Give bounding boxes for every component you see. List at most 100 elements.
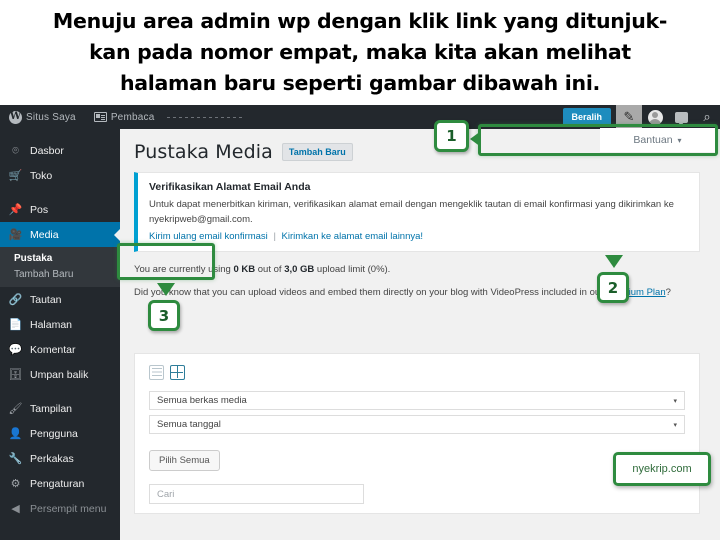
- callout-1: 1: [434, 120, 469, 152]
- screenshot-stage: Menuju area admin wp dengan klik link ya…: [0, 0, 720, 540]
- email-verification-notice: Verifikasikan Alamat Email Anda Untuk da…: [134, 172, 700, 252]
- send-other-email-link[interactable]: Kirimkan ke alamat email lainnya!: [282, 231, 424, 242]
- admin-bar-site[interactable]: W Situs Saya: [0, 105, 85, 129]
- avatar-icon: [647, 109, 663, 125]
- usage-total: 3,0 GB: [284, 264, 315, 275]
- page-caption: Menuju area admin wp dengan klik link ya…: [0, 0, 720, 105]
- sidebar-item-halaman[interactable]: 📄 Halaman: [0, 312, 120, 337]
- callout-1-arrow: [470, 131, 481, 147]
- sidebar-item-collapse[interactable]: ◀ Persempit menu: [0, 496, 120, 521]
- media-icon: 🎥: [8, 228, 23, 241]
- callout-3: 3: [148, 300, 180, 331]
- collapse-icon: ◀: [11, 502, 20, 515]
- appearance-brush-icon: 🖌: [8, 402, 23, 415]
- comments-icon: 💬: [8, 343, 23, 356]
- search-input[interactable]: Cari: [149, 484, 364, 504]
- callout-2: 2: [597, 272, 629, 303]
- sidebar-item-perkakas[interactable]: 🔧 Perkakas: [0, 446, 120, 471]
- help-dropdown-label: Bantuan: [633, 134, 673, 146]
- submenu-item-pustaka[interactable]: Pustaka: [0, 250, 120, 266]
- sidebar-item-label: Dasbor: [30, 144, 64, 157]
- media-toolbar-panel: Semua berkas media ▾ Semua tanggal ▾ Pil…: [134, 353, 700, 514]
- admin-bar-site-label: Situs Saya: [26, 111, 76, 123]
- sidebar-item-tampilan[interactable]: 🖌 Tampilan: [0, 396, 120, 421]
- callout-1-label: 1: [446, 127, 457, 145]
- notice-links: Kirim ulang email konfirmasi | Kirimkan …: [149, 231, 688, 242]
- sidebar-item-label: Pos: [30, 203, 49, 216]
- sidebar-item-tautan[interactable]: 🔗 Tautan: [0, 287, 120, 312]
- sidebar-item-label: Persempit menu: [30, 502, 107, 515]
- grid-view-icon[interactable]: [170, 365, 185, 380]
- caption-line-1: Menuju area admin wp dengan klik link ya…: [52, 9, 668, 33]
- sidebar-item-label: Halaman: [30, 318, 73, 331]
- sidebar-item-media[interactable]: 🎥 Media: [0, 222, 120, 247]
- links-chain-icon: 🔗: [8, 293, 23, 306]
- callout-2-arrow: [605, 255, 623, 268]
- highlight-box-usage: [117, 243, 215, 280]
- select-all-button[interactable]: Pilih Semua: [149, 450, 220, 471]
- watermark-label: nyekrip.com: [632, 463, 692, 475]
- sidebar-item-label: Media: [30, 228, 59, 241]
- wordpress-logo-icon: W: [9, 110, 22, 124]
- search-placeholder: Cari: [157, 488, 175, 500]
- videopress-body: Did you know that you can upload videos …: [134, 287, 606, 298]
- sidebar-item-toko[interactable]: 🛒 Toko: [0, 163, 120, 188]
- chevron-down-icon: ▾: [673, 396, 677, 405]
- sidebar-item-label: Tautan: [30, 293, 62, 306]
- caption-line-3: halaman baru seperti gambar dibawah ini.: [119, 71, 601, 95]
- posts-pin-icon: 📌: [8, 203, 23, 216]
- chevron-down-icon: ▾: [673, 420, 677, 429]
- videopress-end: ?: [665, 287, 671, 298]
- resend-confirmation-link[interactable]: Kirim ulang email konfirmasi: [149, 231, 268, 242]
- sidebar-item-pengaturan[interactable]: ⚙ Pengaturan: [0, 471, 120, 496]
- callout-3-arrow: [157, 283, 175, 296]
- sidebar-item-label: Perkakas: [30, 452, 74, 465]
- pages-icon: 📄: [8, 318, 23, 331]
- chevron-down-icon: ▾: [677, 135, 682, 145]
- notice-body: Untuk dapat menerbitkan kiriman, verifik…: [149, 199, 674, 225]
- users-icon: 👤: [8, 427, 23, 440]
- sidebar-gap-1: [0, 188, 120, 197]
- filter-media-type-value: Semua berkas media: [157, 395, 247, 406]
- dashboard-icon: ⌾: [12, 144, 19, 157]
- sidebar-top-gap: [0, 129, 120, 138]
- sidebar-item-pengguna[interactable]: 👤 Pengguna: [0, 421, 120, 446]
- notice-title: Verifikasikan Alamat Email Anda: [149, 181, 311, 193]
- videopress-text: Did you know that you can upload videos …: [120, 277, 720, 300]
- callout-2-label: 2: [607, 278, 619, 297]
- reader-icon: [93, 112, 107, 122]
- add-new-button[interactable]: Tambah Baru: [281, 143, 353, 161]
- sidebar-item-label: Komentar: [30, 343, 76, 356]
- sidebar-item-label: Pengguna: [30, 427, 78, 440]
- callout-3-label: 3: [158, 306, 170, 325]
- comment-bubble-icon: [674, 111, 688, 126]
- filter-date-select[interactable]: Semua tanggal ▾: [149, 415, 685, 434]
- filter-media-type-select[interactable]: Semua berkas media ▾: [149, 391, 685, 410]
- submenu-item-tambah-baru[interactable]: Tambah Baru: [0, 266, 120, 282]
- usage-middle: out of: [255, 264, 285, 275]
- sidebar-item-komentar[interactable]: 💬 Komentar: [0, 337, 120, 362]
- store-cart-icon: 🛒: [8, 169, 23, 182]
- admin-bar-divider: [167, 116, 246, 118]
- list-view-icon[interactable]: [149, 365, 164, 380]
- filter-date-value: Semua tanggal: [157, 419, 221, 430]
- usage-used: 0 KB: [233, 264, 256, 275]
- help-dropdown[interactable]: Bantuan ▾: [600, 128, 715, 152]
- tools-wrench-icon: 🔧: [8, 452, 23, 465]
- admin-bar-reader[interactable]: Pembaca: [85, 105, 164, 129]
- sidebar-item-pos[interactable]: 📌 Pos: [0, 197, 120, 222]
- sidebar-submenu-media: Pustaka Tambah Baru: [0, 247, 120, 287]
- sidebar-item-label: Toko: [30, 169, 53, 182]
- sidebar-item-label: Pengaturan: [30, 477, 85, 490]
- view-mode-toggles: [149, 365, 685, 380]
- caption-line-2: kan pada nomor empat, maka kita akan mel…: [89, 40, 631, 64]
- sidebar-item-umpan-balik[interactable]: 🗄 Umpan balik: [0, 362, 120, 387]
- settings-icon: ⚙: [10, 477, 21, 490]
- sidebar-item-label: Umpan balik: [30, 368, 89, 381]
- watermark-badge: nyekrip.com: [613, 452, 711, 486]
- link-separator: |: [273, 231, 276, 242]
- search-glyph: ⌕: [703, 109, 711, 125]
- sidebar-item-dasbor[interactable]: ⌾ Dasbor: [0, 138, 120, 163]
- sidebar-item-label: Tampilan: [30, 402, 73, 415]
- sidebar-gap-2: [0, 387, 120, 396]
